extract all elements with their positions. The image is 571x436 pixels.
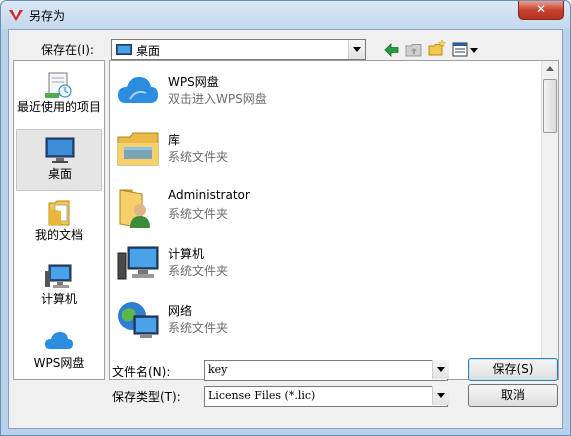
list-item[interactable]: 网络 系统文件夹 [114, 292, 534, 348]
close-button[interactable]: ✕ [518, 1, 564, 20]
place-computer-label: 计算机 [40, 292, 77, 306]
desktop-icon [45, 137, 75, 163]
item-description: 系统文件夹 [168, 150, 229, 164]
place-documents-label: 我的文档 [34, 228, 83, 242]
computer-icon [45, 264, 72, 288]
list-item[interactable]: 库 系统文件夹 [114, 121, 534, 177]
wps-app-icon [9, 9, 23, 21]
save-as-dialog: 另存为 ✕ 保存在(I): 桌面 最近使用的项目 桌面 我的文档 计算机 WPS… [0, 0, 571, 436]
computer-icon [117, 246, 159, 280]
places-bar: 最近使用的项目 桌面 我的文档 计算机 WPS网盘 [13, 60, 105, 380]
filetype-dropdown[interactable] [431, 386, 449, 407]
item-name: 计算机 [168, 247, 205, 261]
chevron-down-icon[interactable] [468, 41, 480, 59]
item-description: 系统文件夹 [168, 264, 229, 278]
scroll-up-icon[interactable] [542, 61, 558, 77]
dialog-body: 保存在(I): 桌面 最近使用的项目 桌面 我的文档 计算机 WPS网盘 WPS… [8, 29, 563, 429]
filename-label: 文件名(N): [112, 365, 171, 379]
filename-value: key [208, 363, 228, 376]
item-name: 网络 [168, 304, 193, 318]
up-folder-icon[interactable] [405, 41, 423, 59]
cancel-button[interactable]: 取消 [468, 384, 558, 407]
save-button[interactable]: 保存(S) [468, 358, 558, 381]
list-item[interactable]: Administrator 系统文件夹 [114, 178, 534, 234]
filetype-select[interactable]: License Files (*.lic) [204, 386, 449, 407]
network-icon [118, 302, 159, 338]
filename-input[interactable]: key [204, 360, 449, 381]
filename-dropdown[interactable] [431, 360, 449, 381]
item-description: 系统文件夹 [168, 207, 229, 221]
recent-items-icon [45, 72, 72, 98]
back-arrow-icon[interactable] [383, 41, 401, 59]
save-in-value: 桌面 [136, 44, 161, 58]
vertical-scrollbar[interactable] [541, 61, 558, 379]
place-computer[interactable]: 计算机 [16, 257, 102, 319]
item-name: WPS网盘 [168, 75, 219, 89]
item-name: 库 [168, 133, 181, 147]
place-wps-cloud-label: WPS网盘 [33, 356, 85, 370]
window-title: 另存为 [29, 9, 66, 23]
title-bar[interactable]: 另存为 ✕ [1, 1, 570, 29]
place-recent[interactable]: 最近使用的项目 [16, 65, 102, 127]
chevron-down-icon[interactable] [432, 360, 449, 379]
save-in-combo[interactable]: 桌面 [111, 39, 366, 60]
place-documents[interactable]: 我的文档 [16, 193, 102, 255]
chevron-down-icon[interactable] [432, 386, 449, 405]
new-folder-icon[interactable] [428, 39, 446, 57]
user-folder-icon [119, 189, 150, 228]
library-icon [117, 132, 159, 166]
list-item[interactable]: WPS网盘 双击进入WPS网盘 [114, 63, 534, 119]
filetype-value: License Files (*.lic) [208, 389, 316, 402]
place-wps-cloud[interactable]: WPS网盘 [16, 321, 102, 383]
cloud-icon [45, 332, 73, 349]
place-recent-label: 最近使用的项目 [16, 100, 101, 114]
save-in-label: 保存在(I): [41, 43, 94, 57]
item-name: Administrator [168, 188, 250, 202]
place-desktop[interactable]: 桌面 [16, 129, 102, 191]
item-description: 系统文件夹 [168, 321, 229, 335]
scroll-thumb[interactable] [543, 79, 557, 133]
chevron-down-icon[interactable] [348, 40, 365, 59]
place-desktop-label: 桌面 [47, 167, 72, 181]
desktop-small-icon [116, 44, 132, 55]
cloud-icon [118, 77, 158, 103]
documents-icon [48, 200, 70, 226]
list-item[interactable]: 计算机 系统文件夹 [114, 235, 534, 291]
filetype-label: 保存类型(T): [112, 390, 181, 404]
item-description: 双击进入WPS网盘 [168, 92, 267, 106]
file-list[interactable]: WPS网盘 双击进入WPS网盘 库 系统文件夹 Administrator 系统… [109, 60, 559, 380]
